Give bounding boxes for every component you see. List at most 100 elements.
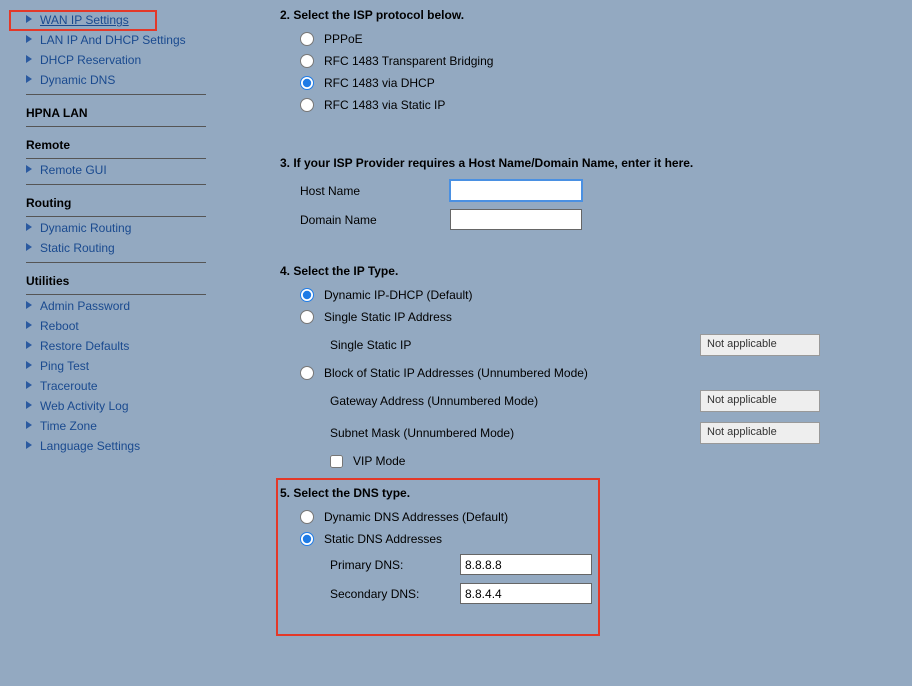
radio-label: Dynamic IP-DHCP (Default) xyxy=(324,288,472,302)
sidebar-link-label[interactable]: Web Activity Log xyxy=(40,399,129,413)
domain-name-label: Domain Name xyxy=(300,213,450,227)
step3-heading: 3. If your ISP Provider requires a Host … xyxy=(280,156,900,170)
step2-heading: 2. Select the ISP protocol below. xyxy=(280,8,900,22)
sidebar-item-wan-ip-settings[interactable]: WAN IP Settings xyxy=(12,10,218,30)
divider xyxy=(26,94,206,95)
radio-label: Block of Static IP Addresses (Unnumbered… xyxy=(324,366,588,380)
radio-block-static[interactable] xyxy=(300,366,314,380)
arrow-icon xyxy=(26,421,32,429)
radio-label: Single Static IP Address xyxy=(324,310,452,324)
sidebar-item-traceroute[interactable]: Traceroute xyxy=(12,376,218,396)
radio-dynamic-dns[interactable] xyxy=(300,510,314,524)
domain-name-input[interactable] xyxy=(450,209,582,230)
sidebar-item-lan-ip-dhcp[interactable]: LAN IP And DHCP Settings xyxy=(12,30,218,50)
divider xyxy=(26,184,206,185)
sidebar-link-label[interactable]: Restore Defaults xyxy=(40,339,129,353)
isp-protocol-option[interactable]: RFC 1483 via Static IP xyxy=(300,98,900,112)
sidebar-link-label[interactable]: Language Settings xyxy=(40,439,140,453)
sidebar-link-label[interactable]: Admin Password xyxy=(40,299,130,313)
checkbox-label: VIP Mode xyxy=(353,454,405,468)
arrow-icon xyxy=(26,441,32,449)
divider xyxy=(26,294,206,295)
single-static-ip-label: Single Static IP xyxy=(330,338,620,352)
arrow-icon xyxy=(26,361,32,369)
step5-heading: 5. Select the DNS type. xyxy=(280,486,900,500)
sidebar-item-dhcp-reservation[interactable]: DHCP Reservation xyxy=(12,50,218,70)
gateway-address-value: Not applicable xyxy=(700,390,820,412)
sidebar-item-reboot[interactable]: Reboot xyxy=(12,316,218,336)
sidebar-link-label[interactable]: Ping Test xyxy=(40,359,89,373)
divider xyxy=(26,216,206,217)
sidebar-link-label[interactable]: WAN IP Settings xyxy=(40,13,129,27)
sidebar-item-admin-password[interactable]: Admin Password xyxy=(12,296,218,316)
ip-type-option-single[interactable]: Single Static IP Address xyxy=(300,310,900,324)
host-name-input[interactable] xyxy=(450,180,582,201)
sidebar-link-label[interactable]: Dynamic Routing xyxy=(40,221,131,235)
sidebar-link-label[interactable]: LAN IP And DHCP Settings xyxy=(40,33,186,47)
sidebar-link-label[interactable]: Remote GUI xyxy=(40,163,107,177)
radio-static-dns[interactable] xyxy=(300,532,314,546)
arrow-icon xyxy=(26,75,32,83)
sidebar-link-label[interactable]: Reboot xyxy=(40,319,79,333)
sidebar-item-restore-defaults[interactable]: Restore Defaults xyxy=(12,336,218,356)
radio-label: RFC 1483 via DHCP xyxy=(324,76,435,90)
arrow-icon xyxy=(26,401,32,409)
ip-type-option-dynamic[interactable]: Dynamic IP-DHCP (Default) xyxy=(300,288,900,302)
radio-label: PPPoE xyxy=(324,32,363,46)
secondary-dns-label: Secondary DNS: xyxy=(330,587,460,601)
ip-type-option-block[interactable]: Block of Static IP Addresses (Unnumbered… xyxy=(300,366,900,380)
sidebar-item-static-routing[interactable]: Static Routing xyxy=(12,238,218,258)
checkbox-vip-mode[interactable] xyxy=(330,455,343,468)
sidebar-item-language-settings[interactable]: Language Settings xyxy=(12,436,218,456)
host-name-label: Host Name xyxy=(300,184,450,198)
arrow-icon xyxy=(26,223,32,231)
radio-rfc1483-static[interactable] xyxy=(300,98,314,112)
arrow-icon xyxy=(26,35,32,43)
secondary-dns-input[interactable] xyxy=(460,583,592,604)
sidebar-section-hpna: HPNA LAN xyxy=(12,96,218,122)
divider xyxy=(26,158,206,159)
sidebar-section-utilities: Utilities xyxy=(12,264,218,290)
divider xyxy=(26,126,206,127)
single-static-ip-value: Not applicable xyxy=(700,334,820,356)
vip-mode-option[interactable]: VIP Mode xyxy=(330,454,900,468)
isp-protocol-option[interactable]: RFC 1483 Transparent Bridging xyxy=(300,54,900,68)
arrow-icon xyxy=(26,243,32,251)
gateway-address-label: Gateway Address (Unnumbered Mode) xyxy=(330,394,620,408)
arrow-icon xyxy=(26,381,32,389)
radio-rfc1483-bridging[interactable] xyxy=(300,54,314,68)
arrow-icon xyxy=(26,341,32,349)
isp-protocol-option[interactable]: PPPoE xyxy=(300,32,900,46)
dns-type-option-dynamic[interactable]: Dynamic DNS Addresses (Default) xyxy=(300,510,900,524)
sidebar-item-remote-gui[interactable]: Remote GUI xyxy=(12,160,218,180)
dns-type-option-static[interactable]: Static DNS Addresses xyxy=(300,532,900,546)
step4-heading: 4. Select the IP Type. xyxy=(280,264,900,278)
primary-dns-input[interactable] xyxy=(460,554,592,575)
radio-rfc1483-dhcp[interactable] xyxy=(300,76,314,90)
sidebar-item-ping-test[interactable]: Ping Test xyxy=(12,356,218,376)
radio-single-static[interactable] xyxy=(300,310,314,324)
arrow-icon xyxy=(26,55,32,63)
sidebar-link-label[interactable]: Time Zone xyxy=(40,419,97,433)
radio-pppoe[interactable] xyxy=(300,32,314,46)
sidebar-link-label[interactable]: Dynamic DNS xyxy=(40,73,115,87)
sidebar-link-label[interactable]: Static Routing xyxy=(40,241,115,255)
sidebar-section-routing: Routing xyxy=(12,186,218,212)
radio-label: RFC 1483 via Static IP xyxy=(324,98,445,112)
radio-label: Static DNS Addresses xyxy=(324,532,442,546)
radio-label: Dynamic DNS Addresses (Default) xyxy=(324,510,508,524)
sidebar-link-label[interactable]: DHCP Reservation xyxy=(40,53,141,67)
arrow-icon xyxy=(26,15,32,23)
isp-protocol-option[interactable]: RFC 1483 via DHCP xyxy=(300,76,900,90)
arrow-icon xyxy=(26,301,32,309)
sidebar-link-label[interactable]: Traceroute xyxy=(40,379,98,393)
sidebar-section-remote: Remote xyxy=(12,128,218,154)
sidebar-item-dynamic-dns[interactable]: Dynamic DNS xyxy=(12,70,218,90)
sidebar-item-web-activity-log[interactable]: Web Activity Log xyxy=(12,396,218,416)
sidebar-item-dynamic-routing[interactable]: Dynamic Routing xyxy=(12,218,218,238)
radio-dynamic-ip[interactable] xyxy=(300,288,314,302)
radio-label: RFC 1483 Transparent Bridging xyxy=(324,54,493,68)
divider xyxy=(26,262,206,263)
arrow-icon xyxy=(26,321,32,329)
sidebar-item-time-zone[interactable]: Time Zone xyxy=(12,416,218,436)
